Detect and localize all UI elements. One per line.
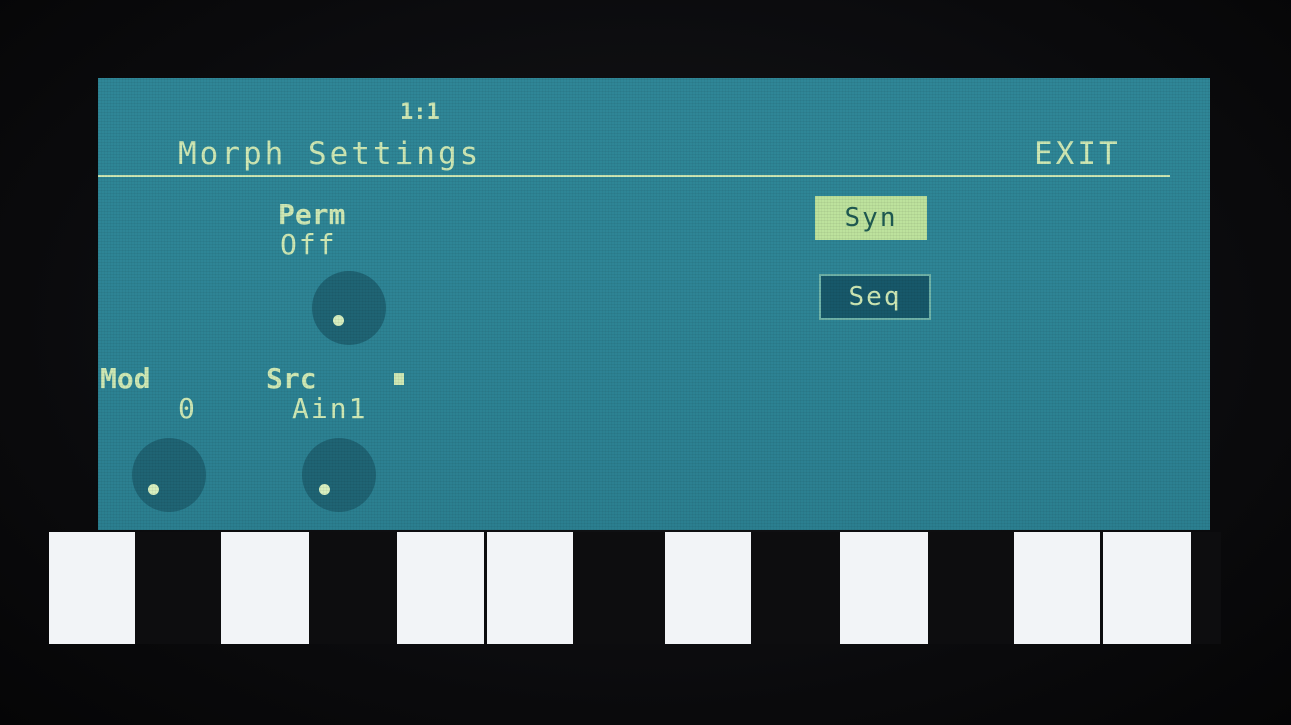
key-2[interactable] xyxy=(221,532,309,644)
src-value: Ain1 xyxy=(292,392,368,425)
key-4[interactable] xyxy=(487,532,573,644)
page-title: Morph Settings xyxy=(178,136,482,172)
src-label: Src xyxy=(266,362,317,395)
display-screen: 1:1 Morph Settings EXIT Perm Off Mod 0 S… xyxy=(98,78,1210,530)
mod-label: Mod xyxy=(100,362,151,395)
key-5[interactable] xyxy=(665,532,751,644)
exit-button[interactable]: EXIT xyxy=(1034,136,1121,172)
knob-indicator-dot xyxy=(319,484,330,495)
key-3[interactable] xyxy=(397,532,484,644)
header-divider xyxy=(98,175,1170,177)
syn-button[interactable]: Syn xyxy=(815,196,927,240)
key-8[interactable] xyxy=(1103,532,1191,644)
src-knob[interactable] xyxy=(302,438,376,512)
seq-button[interactable]: Seq xyxy=(819,274,931,320)
mod-value: 0 xyxy=(178,392,197,425)
knob-indicator-dot xyxy=(148,484,159,495)
mod-knob[interactable] xyxy=(132,438,206,512)
perm-value: Off xyxy=(280,228,337,261)
perm-label: Perm xyxy=(278,198,346,231)
page-number: 1:1 xyxy=(400,100,440,125)
knob-indicator-dot xyxy=(333,315,344,326)
src-selected-indicator xyxy=(394,373,404,385)
key-7[interactable] xyxy=(1014,532,1100,644)
keyboard xyxy=(49,532,1221,644)
key-6[interactable] xyxy=(840,532,928,644)
perm-knob[interactable] xyxy=(312,271,386,345)
key-1[interactable] xyxy=(49,532,135,644)
